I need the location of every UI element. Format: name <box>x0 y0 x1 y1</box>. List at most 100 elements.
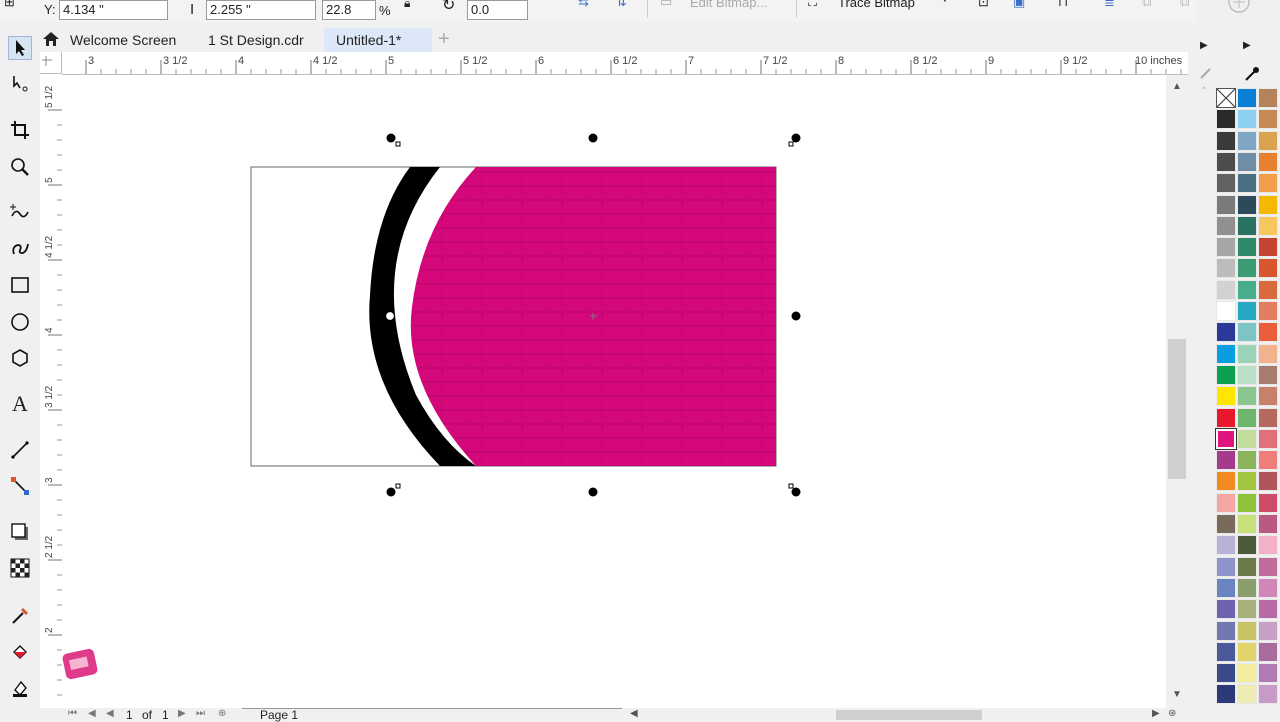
color-swatch[interactable] <box>1237 471 1257 492</box>
color-swatch[interactable] <box>1237 663 1257 684</box>
tab-untitled-1[interactable]: Untitled-1* <box>324 28 432 52</box>
color-swatch[interactable] <box>1215 427 1237 450</box>
chevron-down-icon[interactable]: ▼ <box>940 0 950 5</box>
color-swatch[interactable] <box>1216 514 1236 534</box>
color-swatch[interactable] <box>1237 237 1257 258</box>
color-swatch[interactable] <box>1258 173 1278 194</box>
eyedropper-tool-icon[interactable] <box>8 604 32 628</box>
color-swatch[interactable] <box>1216 237 1236 258</box>
color-swatch[interactable] <box>1216 301 1236 321</box>
color-swatch[interactable] <box>1237 599 1257 620</box>
pick-tool-icon[interactable] <box>8 36 32 60</box>
zoom-navigator-icon[interactable]: ⊛ <box>1168 708 1176 719</box>
new-tab-icon[interactable]: + <box>438 28 450 52</box>
scroll-right-icon[interactable]: ▶ <box>1152 708 1160 719</box>
color-swatch[interactable] <box>1258 194 1278 215</box>
color-swatch[interactable] <box>1216 215 1236 236</box>
prev-page-icon[interactable]: ◀ <box>88 708 96 719</box>
color-swatch[interactable] <box>1237 364 1257 385</box>
color-swatch[interactable] <box>1258 535 1278 556</box>
color-swatch[interactable] <box>1237 322 1257 343</box>
color-swatch[interactable] <box>1258 407 1278 428</box>
palette-eyedropper-icon[interactable] <box>1244 66 1260 85</box>
horizontal-scrollbar-thumb[interactable] <box>836 710 982 720</box>
color-swatch[interactable] <box>1216 173 1236 194</box>
scroll-down-icon[interactable]: ▼ <box>1172 689 1182 700</box>
color-swatch[interactable] <box>1237 684 1257 705</box>
next-page-icon[interactable]: ▶ <box>178 708 186 719</box>
color-swatch[interactable] <box>1258 577 1278 598</box>
color-swatch[interactable] <box>1258 514 1278 534</box>
eyedropper-icon[interactable] <box>1199 66 1213 83</box>
color-swatch[interactable] <box>1216 109 1236 130</box>
vertical-scrollbar[interactable]: ▲ ▼ <box>1166 75 1188 708</box>
color-swatch[interactable] <box>1216 577 1236 598</box>
color-swatch[interactable] <box>1216 599 1236 620</box>
color-swatch[interactable] <box>1237 258 1257 279</box>
color-swatch[interactable] <box>1216 492 1236 513</box>
color-swatch[interactable] <box>1258 450 1278 471</box>
scale-field[interactable]: 22.8 <box>322 0 376 20</box>
mirror-vertical-icon[interactable]: ⇅ <box>616 0 627 10</box>
color-swatch[interactable] <box>1237 556 1257 577</box>
color-swatch[interactable] <box>1258 386 1278 407</box>
connector-tool-icon[interactable] <box>8 474 32 498</box>
color-swatch[interactable] <box>1216 194 1236 215</box>
wrap-text-icon[interactable]: ≣ <box>1104 0 1115 10</box>
parallel-dimension-icon[interactable] <box>8 438 32 462</box>
color-swatch[interactable] <box>1237 428 1257 449</box>
color-swatch[interactable] <box>1237 535 1257 556</box>
color-swatch[interactable] <box>1237 641 1257 662</box>
mirror-horizontal-icon[interactable]: ⇆ <box>578 0 589 10</box>
text-tool-icon[interactable]: A <box>8 391 32 416</box>
color-swatch[interactable] <box>1237 577 1257 598</box>
height-field[interactable]: 2.255 " <box>206 0 316 20</box>
ellipse-tool-icon[interactable] <box>8 310 32 334</box>
color-swatch[interactable] <box>1258 428 1278 449</box>
transparency-tool-icon[interactable] <box>8 556 32 580</box>
color-swatch[interactable] <box>1237 88 1257 108</box>
color-swatch[interactable] <box>1237 215 1257 236</box>
artistic-media-icon[interactable] <box>8 236 32 260</box>
y-position-field[interactable]: 4.134 " <box>59 0 168 20</box>
color-swatch[interactable] <box>1216 130 1236 151</box>
color-swatch[interactable] <box>1258 279 1278 300</box>
last-page-icon[interactable]: ⏭ <box>196 708 205 719</box>
color-swatch[interactable] <box>1216 151 1236 172</box>
tab-welcome-screen[interactable]: Welcome Screen <box>70 28 176 52</box>
color-swatch[interactable] <box>1237 620 1257 641</box>
scroll-up-icon[interactable]: ▲ <box>1172 81 1182 92</box>
color-swatch[interactable] <box>1258 343 1278 364</box>
color-swatch[interactable] <box>1237 492 1257 513</box>
color-swatch[interactable] <box>1258 215 1278 236</box>
color-swatch[interactable] <box>1258 88 1278 108</box>
color-swatch[interactable] <box>1216 641 1236 662</box>
palette-scroll-up-icon[interactable]: ⌃ <box>1200 86 1208 97</box>
color-swatch[interactable] <box>1258 151 1278 172</box>
color-swatch[interactable] <box>1216 407 1236 428</box>
prev-page-icon[interactable]: ◀ <box>106 708 114 719</box>
color-swatch[interactable] <box>1237 450 1257 471</box>
color-swatch[interactable] <box>1258 237 1278 258</box>
color-swatch[interactable] <box>1258 556 1278 577</box>
color-swatch[interactable] <box>1258 322 1278 343</box>
color-swatch[interactable] <box>1216 258 1236 279</box>
color-swatch[interactable] <box>1216 684 1236 705</box>
color-swatch[interactable] <box>1216 386 1236 407</box>
color-swatch[interactable] <box>1258 492 1278 513</box>
freehand-tool-icon[interactable] <box>8 200 32 224</box>
bitmap-mask-icon[interactable]: ⊓ <box>1058 0 1068 10</box>
color-swatch[interactable] <box>1258 641 1278 662</box>
horizontal-ruler[interactable]: 3 3 1/2 4 4 1/2 5 5 1/2 6 6 1/2 7 7 1/2 8 8 1/2 9 9 1… <box>62 52 1188 75</box>
add-icon[interactable] <box>1226 0 1252 14</box>
color-swatch[interactable] <box>1258 364 1278 385</box>
rectangle-tool-icon[interactable] <box>8 273 32 297</box>
tab-1-st-design[interactable]: 1 St Design.cdr <box>208 28 304 52</box>
color-swatch[interactable] <box>1216 620 1236 641</box>
crop-tool-icon[interactable] <box>8 118 32 142</box>
lock-ratio-icon[interactable]: 🔒︎ <box>404 0 410 11</box>
color-swatch[interactable] <box>1216 471 1236 492</box>
polygon-tool-icon[interactable] <box>8 346 32 370</box>
color-swatch[interactable] <box>1237 343 1257 364</box>
color-swatch[interactable] <box>1216 343 1236 364</box>
